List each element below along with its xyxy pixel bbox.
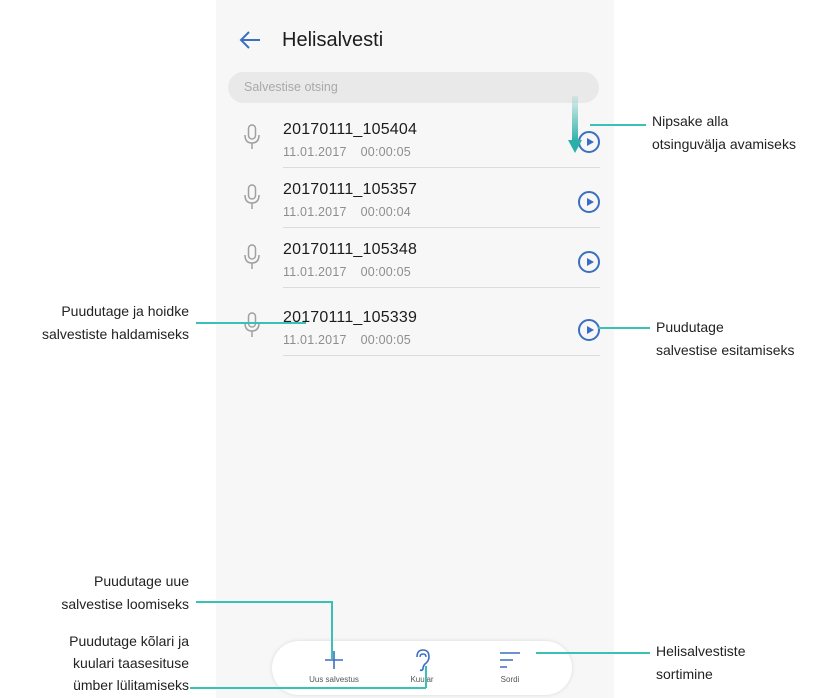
- divider: [283, 287, 600, 288]
- search-input[interactable]: Salvestise otsing: [228, 72, 599, 103]
- callout-text: Puudutage uue: [94, 573, 189, 589]
- callout-play: Puudutage salvestise esitamiseks: [656, 316, 795, 362]
- callout-swipe: Nipsake alla otsinguvälja avamiseks: [652, 110, 796, 156]
- callout-text: Puudutage kõlari ja: [69, 633, 189, 649]
- sort-icon: [500, 652, 520, 668]
- recording-meta: 11.01.2017 00:00:05: [283, 333, 411, 347]
- callout-text: salvestise loomiseks: [61, 596, 189, 612]
- list-item[interactable]: 20170111_105404 11.01.2017 00:00:05: [216, 108, 614, 168]
- recording-meta: 11.01.2017 00:00:05: [283, 145, 411, 159]
- phone-screen: Helisalvesti Salvestise otsing 20170111_…: [216, 0, 614, 698]
- microphone-icon: [244, 124, 260, 149]
- recording-name: 20170111_105339: [283, 309, 418, 326]
- callout-text: kuulari taasesituse: [73, 655, 189, 671]
- callout-line: [536, 652, 650, 654]
- recording-date: 11.01.2017: [283, 145, 347, 159]
- callout-line: [425, 666, 427, 688]
- new-recording-button[interactable]: Uus salvestus: [294, 645, 374, 693]
- callout-text: Nipsake alla: [652, 113, 729, 129]
- plus-icon: [325, 651, 343, 669]
- recording-duration: 00:00:04: [360, 205, 411, 219]
- microphone-icon: [244, 184, 260, 209]
- recording-date: 11.01.2017: [283, 333, 347, 347]
- back-arrow-icon[interactable]: [238, 27, 264, 53]
- callout-text: Puudutage ja hoidke: [61, 303, 189, 319]
- list-item[interactable]: 20170111_105357 11.01.2017 00:00:04: [216, 168, 614, 228]
- microphone-icon: [244, 312, 260, 337]
- play-button[interactable]: [578, 251, 600, 273]
- new-recording-label: Uus salvestus: [309, 675, 359, 684]
- callout-new: Puudutage uue salvestise loomiseks: [6, 570, 189, 616]
- callout-text: salvestise esitamiseks: [656, 342, 795, 358]
- callout-line: [598, 327, 650, 329]
- divider: [283, 355, 600, 356]
- microphone-icon: [244, 244, 260, 269]
- play-button[interactable]: [578, 319, 600, 341]
- earpiece-label: Kuular: [410, 675, 434, 684]
- ear-icon: [416, 649, 430, 672]
- recording-name: 20170111_105357: [283, 181, 418, 198]
- swipe-down-arrow-icon: [568, 96, 582, 153]
- recording-meta: 11.01.2017 00:00:04: [283, 205, 411, 219]
- recording-name: 20170111_105404: [283, 121, 418, 138]
- callout-line: [196, 601, 332, 603]
- page-title: Helisalvesti: [282, 29, 384, 51]
- callout-line: [190, 687, 426, 689]
- recording-duration: 00:00:05: [360, 265, 411, 279]
- recording-date: 11.01.2017: [283, 205, 347, 219]
- recording-meta: 11.01.2017 00:00:05: [283, 265, 411, 279]
- list-item[interactable]: 20170111_105348 11.01.2017 00:00:05: [216, 228, 614, 288]
- recording-duration: 00:00:05: [360, 333, 411, 347]
- callout-line: [590, 124, 646, 126]
- callout-text: Helisalvestiste: [656, 643, 746, 659]
- callout-speaker: Puudutage kõlari ja kuulari taasesituse …: [6, 630, 189, 696]
- play-button[interactable]: [578, 191, 600, 213]
- earpiece-toggle-button[interactable]: Kuular: [382, 645, 462, 693]
- callout-text: sortimine: [656, 666, 713, 682]
- callout-sort: Helisalvestiste sortimine: [656, 640, 745, 686]
- recording-date: 11.01.2017: [283, 265, 347, 279]
- callout-manage: Puudutage ja hoidke salvestiste haldamis…: [6, 300, 189, 346]
- callout-text: otsinguvälja avamiseks: [652, 136, 796, 152]
- callout-text: salvestiste haldamiseks: [41, 326, 189, 342]
- recording-name: 20170111_105348: [283, 241, 418, 258]
- callout-text: Puudutage: [656, 319, 724, 335]
- sort-label: Sordi: [500, 675, 520, 684]
- app-header: Helisalvesti: [216, 0, 614, 78]
- callout-line: [196, 322, 306, 324]
- callout-text: ümber lülitamiseks: [73, 677, 189, 693]
- list-item[interactable]: 20170111_105339 11.01.2017 00:00:05: [216, 296, 614, 356]
- search-placeholder: Salvestise otsing: [244, 80, 338, 94]
- callout-line: [331, 601, 333, 659]
- recording-duration: 00:00:05: [360, 145, 411, 159]
